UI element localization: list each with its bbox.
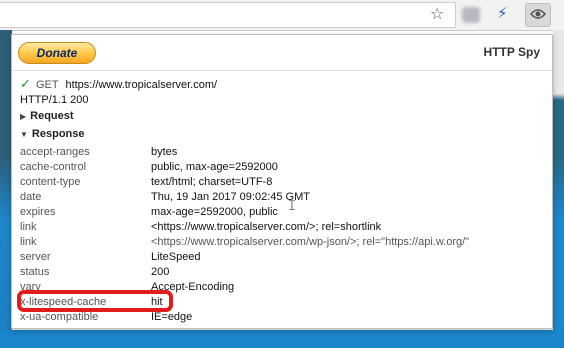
page-background-bottom bbox=[0, 330, 564, 348]
blurred-extension-icon[interactable] bbox=[462, 7, 480, 23]
popup-header: Donate HTTP Spy bbox=[12, 35, 552, 71]
header-row: link <https://www.tropicalserver.com/wp-j… bbox=[20, 235, 540, 250]
request-url: https://www.tropicalserver.com/ bbox=[65, 79, 218, 91]
header-value: 200 bbox=[151, 266, 170, 278]
header-row: date Thu, 19 Jan 2017 09:02:45 GMT bbox=[20, 190, 540, 205]
header-value: <https://www.tropicalserver.com/>; rel=s… bbox=[151, 221, 382, 233]
header-key: expires bbox=[20, 206, 56, 218]
page-background-right bbox=[553, 30, 564, 348]
header-row: cache-control public, max-age=2592000 bbox=[20, 160, 540, 175]
header-row: link <https://www.tropicalserver.com/>; r… bbox=[20, 220, 540, 235]
request-section-label: Request bbox=[30, 110, 74, 122]
header-value: public, max-age=2592000 bbox=[151, 161, 278, 173]
annotation-highlight-box bbox=[17, 290, 173, 312]
eye-icon[interactable] bbox=[525, 3, 551, 27]
response-section-label: Response bbox=[31, 128, 85, 140]
header-key: link bbox=[20, 221, 37, 233]
header-row: status 200 bbox=[20, 265, 540, 280]
header-value: IE=edge bbox=[151, 311, 193, 323]
header-value: text/html; charset=UTF-8 bbox=[151, 176, 273, 188]
request-section-toggle[interactable]: ▶ Request bbox=[20, 110, 74, 122]
header-value: max-age=2592000, public bbox=[151, 206, 278, 218]
address-bar[interactable] bbox=[0, 2, 456, 28]
triangle-down-icon: ▼ bbox=[20, 130, 28, 139]
header-value: LiteSpeed bbox=[151, 251, 201, 263]
popup-title: HTTP Spy bbox=[483, 45, 540, 59]
header-row: server LiteSpeed bbox=[20, 250, 540, 265]
header-row: accept-ranges bytes bbox=[20, 145, 540, 160]
header-key: status bbox=[20, 266, 50, 278]
header-key: accept-ranges bbox=[20, 146, 90, 158]
text-cursor-icon: 𝙸 bbox=[287, 198, 297, 214]
header-key: date bbox=[20, 191, 42, 203]
header-row: x-ua-compatible IE=edge bbox=[20, 310, 540, 325]
status-line: HTTP/1.1 200 bbox=[20, 94, 89, 106]
donate-button[interactable]: Donate bbox=[18, 42, 96, 64]
request-method: GET bbox=[35, 79, 59, 91]
header-row: expires max-age=2592000, public bbox=[20, 205, 540, 220]
bolt-icon[interactable]: ⚡ bbox=[497, 4, 508, 22]
browser-toolbar: ☆ ⚡ bbox=[0, 0, 564, 31]
checkmark-icon: ✓ bbox=[20, 76, 31, 91]
header-key: link bbox=[20, 236, 37, 248]
header-value: bytes bbox=[151, 146, 178, 158]
http-spy-popup: Donate HTTP Spy ✓ GET https://www.tropic… bbox=[11, 34, 553, 329]
triangle-right-icon: ▶ bbox=[20, 112, 27, 121]
response-section-toggle[interactable]: ▼ Response bbox=[20, 128, 85, 140]
star-icon[interactable]: ☆ bbox=[430, 4, 444, 24]
header-row: content-type text/html; charset=UTF-8 bbox=[20, 175, 540, 190]
request-line: ✓ GET https://www.tropicalserver.com/ bbox=[20, 76, 217, 92]
header-key: server bbox=[20, 251, 51, 263]
header-key: content-type bbox=[20, 176, 81, 188]
header-key: x-ua-compatible bbox=[20, 311, 99, 323]
header-value: <https://www.tropicalserver.com/wp-json/… bbox=[151, 236, 470, 248]
header-key: cache-control bbox=[20, 161, 87, 173]
